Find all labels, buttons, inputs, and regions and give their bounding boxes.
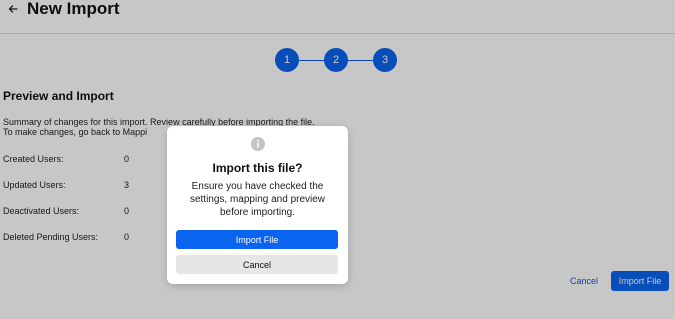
- import-confirm-dialog: Import this file? Ensure you have checke…: [167, 126, 348, 284]
- dialog-message: Ensure you have checked the settings, ma…: [189, 181, 326, 218]
- info-icon: [251, 137, 265, 151]
- dialog-cancel-button[interactable]: Cancel: [176, 255, 338, 274]
- dialog-import-file-button[interactable]: Import File: [176, 230, 338, 249]
- dialog-title: Import this file?: [212, 161, 303, 175]
